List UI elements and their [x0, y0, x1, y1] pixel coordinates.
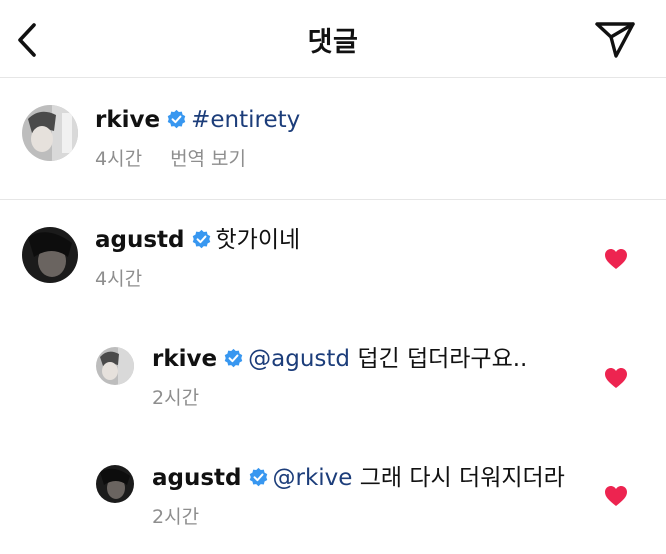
- hashtag-link[interactable]: #entirety: [191, 107, 300, 133]
- username[interactable]: agustd: [95, 227, 185, 253]
- timestamp: 4시간: [95, 268, 143, 290]
- comment-text: 그래 다시 더워지더라: [359, 465, 565, 491]
- comment-text: 핫가이네: [215, 227, 301, 253]
- reply-meta: 2시간: [152, 505, 199, 529]
- mention-link[interactable]: @rkive: [273, 465, 353, 491]
- verified-badge-icon: [166, 109, 187, 130]
- caption-line: rkive #entirety: [95, 105, 300, 135]
- avatar[interactable]: [96, 347, 134, 385]
- comment-meta: 4시간: [95, 267, 142, 291]
- timestamp: 2시간: [152, 506, 200, 528]
- reply-line: agustd @rkive 그래 다시 더워지더라: [152, 463, 565, 493]
- avatar[interactable]: [22, 105, 78, 161]
- share-button[interactable]: [592, 18, 638, 60]
- heart-icon: [605, 486, 627, 506]
- heart-icon: [605, 368, 627, 388]
- avatar[interactable]: [96, 465, 134, 503]
- username[interactable]: agustd: [152, 465, 242, 491]
- verified-badge-icon: [191, 229, 212, 250]
- timestamp: 2시간: [152, 387, 200, 409]
- username[interactable]: rkive: [152, 346, 217, 372]
- like-button[interactable]: [604, 485, 628, 507]
- heart-icon: [605, 249, 627, 269]
- username[interactable]: rkive: [95, 107, 160, 133]
- top-bar: 댓글: [0, 0, 666, 78]
- post-caption: rkive #entirety 4시간 번역 보기: [0, 79, 666, 200]
- verified-badge-icon: [248, 467, 269, 488]
- like-button[interactable]: [604, 367, 628, 389]
- reply-line: rkive @agustd 덥긴 덥더라구요..: [152, 344, 527, 374]
- comment-text: 덥긴 덥더라구요..: [357, 346, 528, 372]
- like-button[interactable]: [604, 248, 628, 270]
- timestamp: 4시간: [95, 148, 143, 170]
- see-translation-button[interactable]: 번역 보기: [170, 148, 246, 170]
- page-title: 댓글: [307, 27, 359, 58]
- avatar[interactable]: [22, 227, 78, 283]
- comment-line: agustd 핫가이네: [95, 225, 300, 255]
- mention-link[interactable]: @agustd: [248, 346, 350, 372]
- caption-meta: 4시간 번역 보기: [95, 147, 246, 171]
- paper-plane-icon: [595, 22, 635, 58]
- reply-meta: 2시간: [152, 386, 199, 410]
- verified-badge-icon: [223, 348, 244, 369]
